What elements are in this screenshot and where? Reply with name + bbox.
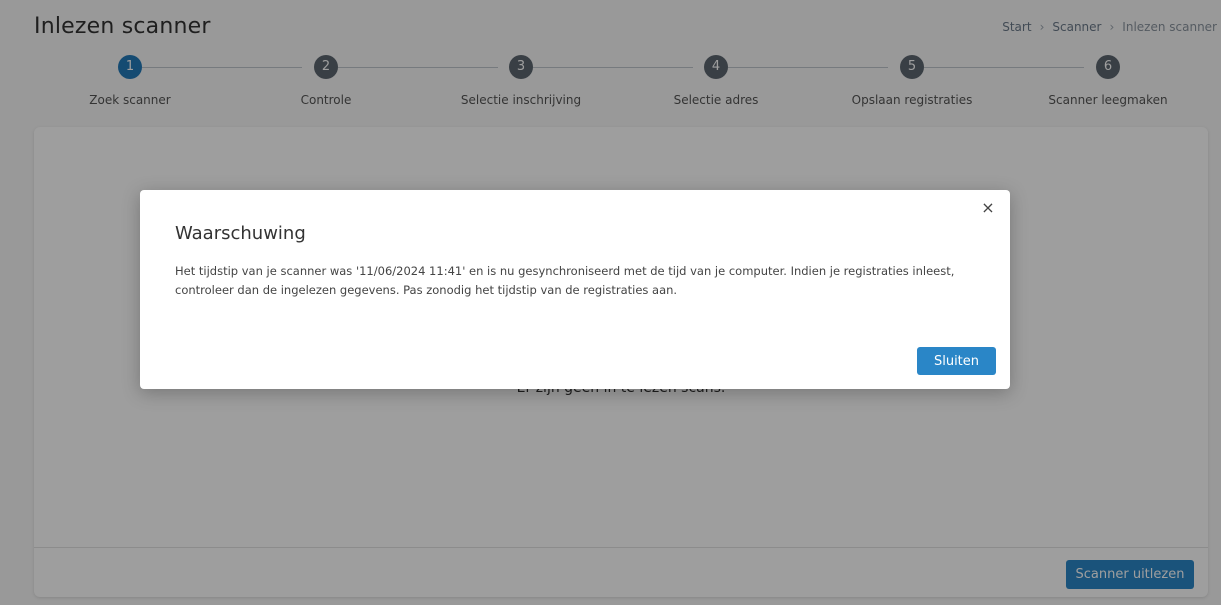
close-icon[interactable]: × (978, 198, 998, 218)
dialog-message: Het tijdstip van je scanner was '11/06/2… (175, 264, 955, 297)
page: Inlezen scanner Start › Scanner › Inleze… (0, 0, 1221, 605)
warning-dialog: × Waarschuwing Het tijdstip van je scann… (140, 190, 1010, 389)
dialog-title: Waarschuwing (175, 223, 306, 244)
close-button[interactable]: Sluiten (917, 347, 996, 375)
